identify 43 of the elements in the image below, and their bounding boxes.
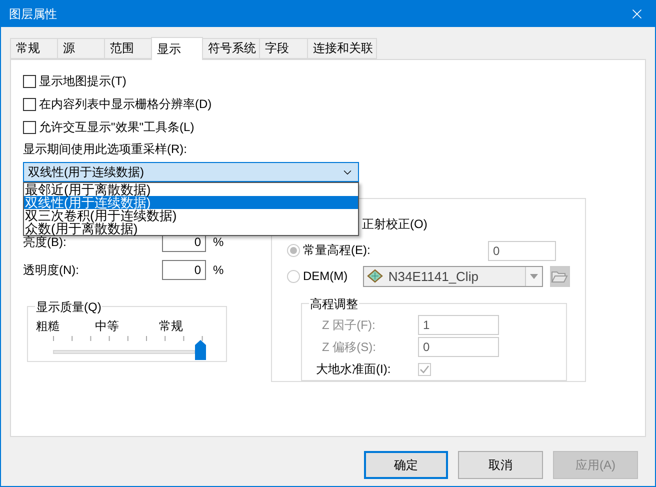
- raster-layer-icon: [367, 269, 384, 284]
- checkbox[interactable]: [23, 98, 36, 111]
- radio-label: DEM(M): [303, 269, 349, 284]
- tab[interactable]: 连接和关联: [307, 38, 377, 59]
- dropdown-option[interactable]: 双三次卷积(用于连续数据): [24, 209, 358, 222]
- field-label: 透明度(N):: [23, 262, 80, 278]
- scale-label: 粗糙: [36, 318, 61, 335]
- tab[interactable]: 符号系统: [202, 38, 260, 59]
- checkbox[interactable]: [23, 75, 36, 88]
- field-label: Z 因子(F):: [321, 316, 376, 334]
- dialog-button[interactable]: 确定: [364, 451, 448, 479]
- unit-label: %: [213, 263, 224, 277]
- unit-label: %: [213, 235, 224, 249]
- field-label: Z 偏移(S):: [321, 338, 377, 356]
- dropdown-option[interactable]: 众数(用于离散数据): [24, 222, 358, 235]
- window-title: 图层属性: [9, 6, 57, 22]
- tab[interactable]: 源: [57, 38, 105, 59]
- folder-icon: [551, 270, 568, 283]
- resample-dropdown[interactable]: 双线性(用于连续数据): [23, 162, 359, 182]
- checkbox-label: 大地水准面(I):: [316, 360, 392, 378]
- tab[interactable]: 字段: [259, 38, 308, 59]
- resample-label: 显示期间使用此选项重采样(R):: [23, 141, 188, 158]
- radio-label: 常量高程(E):: [303, 242, 372, 259]
- checkbox[interactable]: [23, 121, 36, 134]
- scale-label: 常规: [158, 318, 184, 335]
- checkbox-label: 在内容列表中显示栅格分辨率(D): [39, 96, 212, 113]
- dem-value: N34E1141_Clip: [388, 268, 478, 284]
- tab[interactable]: 范围: [104, 38, 152, 59]
- tab[interactable]: 显示: [151, 37, 203, 60]
- checkbox-label: 允许交互显示"效果"工具条(L): [39, 119, 194, 136]
- slider-thumb[interactable]: [195, 340, 206, 360]
- group-title: 显示质量(Q): [35, 299, 102, 316]
- dropdown-option[interactable]: 最邻近(用于离散数据): [24, 183, 358, 196]
- input-field[interactable]: 0: [162, 260, 206, 280]
- tab[interactable]: 常规: [10, 38, 58, 59]
- dropdown-arrow-icon: [530, 274, 538, 279]
- dropdown-option[interactable]: 双线性(用于连续数据): [24, 196, 358, 209]
- scale-label: 中等: [95, 318, 120, 335]
- checkbox-label: 显示地图提示(T): [39, 73, 126, 90]
- checkbox-label: 正射校正(O): [362, 216, 428, 234]
- check-icon: [419, 364, 430, 375]
- dialog-button[interactable]: 取消: [458, 451, 543, 479]
- field-label: 亮度(B):: [23, 234, 66, 250]
